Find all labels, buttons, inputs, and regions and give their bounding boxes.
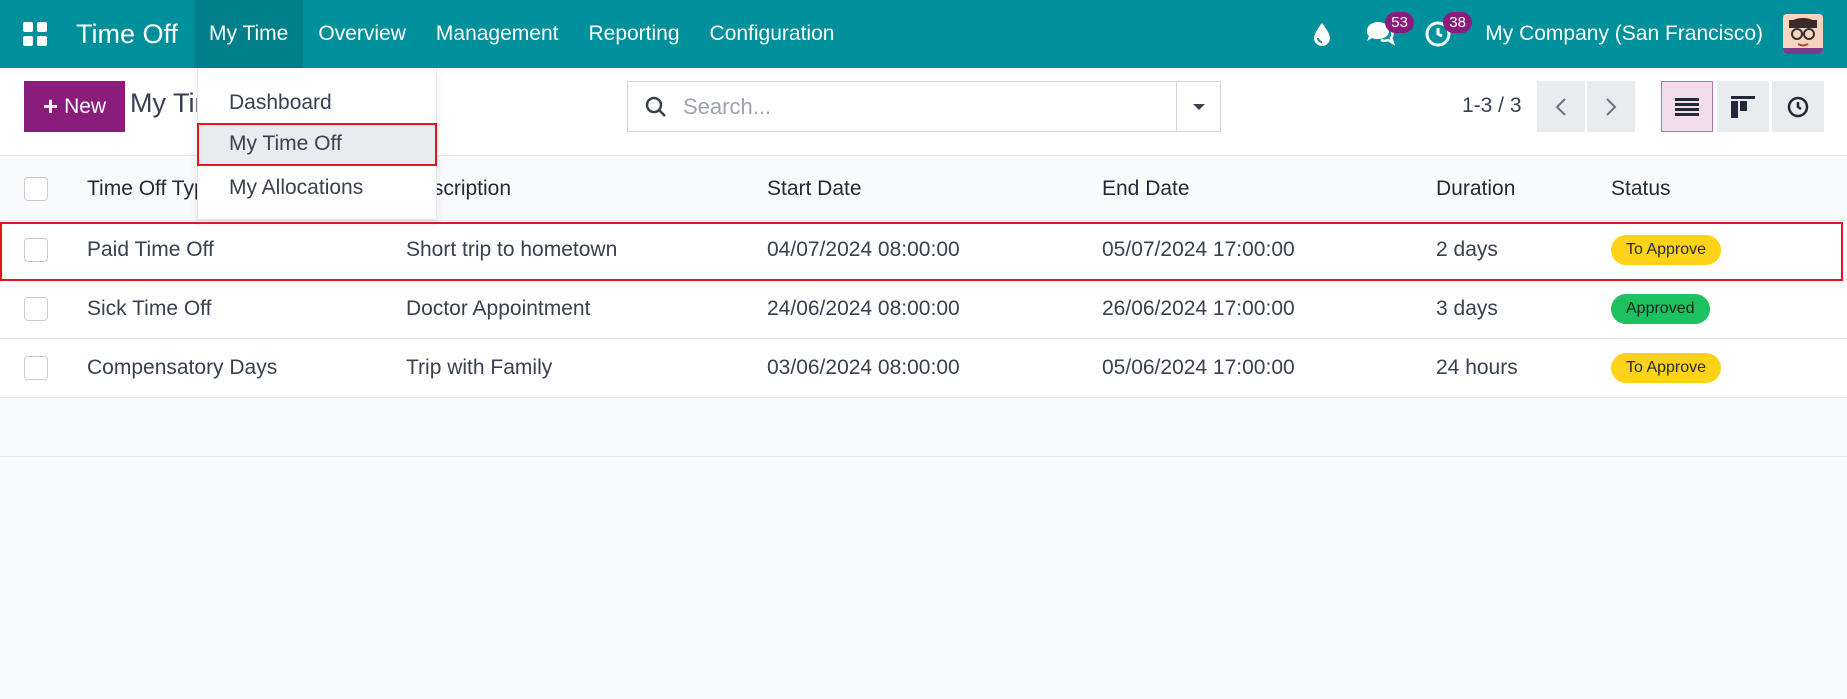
column-header-start-date[interactable]: Start Date <box>767 157 862 220</box>
nav-overview[interactable]: Overview <box>303 0 421 68</box>
chevron-left-icon <box>1555 97 1566 116</box>
user-avatar[interactable] <box>1783 14 1823 54</box>
column-header-status[interactable]: Status <box>1611 157 1671 220</box>
cell-start-date: 24/06/2024 08:00:00 <box>767 297 960 320</box>
activity-clock-icon[interactable]: 38 <box>1409 0 1472 68</box>
highlight-box-menu <box>197 123 437 166</box>
activity-view-button[interactable] <box>1772 81 1824 132</box>
nav-reporting[interactable]: Reporting <box>573 0 694 68</box>
menu-item-my-allocations[interactable]: My Allocations <box>198 167 438 209</box>
cell-type: Sick Time Off <box>87 297 212 320</box>
column-header-duration[interactable]: Duration <box>1436 157 1515 220</box>
new-button-label: New <box>64 94 107 118</box>
cell-start-date: 03/06/2024 08:00:00 <box>767 356 960 379</box>
search-icon <box>628 82 683 131</box>
select-all-checkbox[interactable] <box>24 176 48 201</box>
row-checkbox[interactable] <box>24 356 48 380</box>
pager-value[interactable]: 1-3 / 3 <box>1462 94 1522 118</box>
cell-description: Doctor Appointment <box>406 297 591 320</box>
nav-management[interactable]: Management <box>421 0 574 68</box>
cell-end-date: 05/06/2024 17:00:00 <box>1102 356 1295 379</box>
search-input[interactable] <box>683 82 1176 131</box>
search-options-toggle[interactable] <box>1176 82 1220 131</box>
list-view-button[interactable] <box>1661 81 1713 132</box>
cell-type: Compensatory Days <box>87 356 278 379</box>
clock-icon <box>1787 96 1809 117</box>
cell-description: Trip with Family <box>406 356 553 379</box>
pager-previous-button[interactable] <box>1537 81 1585 132</box>
caret-down-icon <box>1192 103 1205 110</box>
messages-icon[interactable]: 53 <box>1351 0 1414 68</box>
kanban-icon <box>1731 95 1755 118</box>
drop-icon[interactable] <box>1293 0 1351 68</box>
cell-duration: 3 days <box>1436 297 1498 320</box>
app-title[interactable]: Time Off <box>70 0 194 68</box>
chevron-right-icon <box>1606 97 1617 116</box>
column-header-end-date[interactable]: End Date <box>1102 157 1190 220</box>
menu-item-dashboard[interactable]: Dashboard <box>198 82 438 124</box>
nav-configuration[interactable]: Configuration <box>695 0 850 68</box>
row-checkbox[interactable] <box>24 297 48 321</box>
cell-duration: 24 hours <box>1436 356 1518 379</box>
plus-icon: + <box>42 91 59 121</box>
list-icon <box>1675 97 1699 116</box>
kanban-view-button[interactable] <box>1717 81 1769 132</box>
table-row[interactable]: Sick Time Off Doctor Appointment 24/06/2… <box>0 280 1847 339</box>
table-footer <box>0 398 1847 457</box>
new-button[interactable]: + New <box>24 81 125 132</box>
table-row[interactable]: Compensatory Days Trip with Family 03/06… <box>0 339 1847 398</box>
cell-end-date: 26/06/2024 17:00:00 <box>1102 297 1295 320</box>
status-badge: To Approve <box>1611 353 1722 383</box>
page-title: My Time Off <box>130 88 200 118</box>
status-badge: Approved <box>1611 294 1710 324</box>
apps-menu-icon[interactable] <box>0 0 70 68</box>
company-switcher[interactable]: My Company (San Francisco) <box>1467 22 1783 46</box>
top-navbar: Time Off My Time Overview Management Rep… <box>0 0 1847 68</box>
nav-my-time[interactable]: My Time <box>194 0 304 68</box>
highlight-box-row <box>0 222 1843 281</box>
pager-next-button[interactable] <box>1587 81 1635 132</box>
search-bar <box>627 81 1221 132</box>
activities-badge: 38 <box>1443 12 1472 33</box>
